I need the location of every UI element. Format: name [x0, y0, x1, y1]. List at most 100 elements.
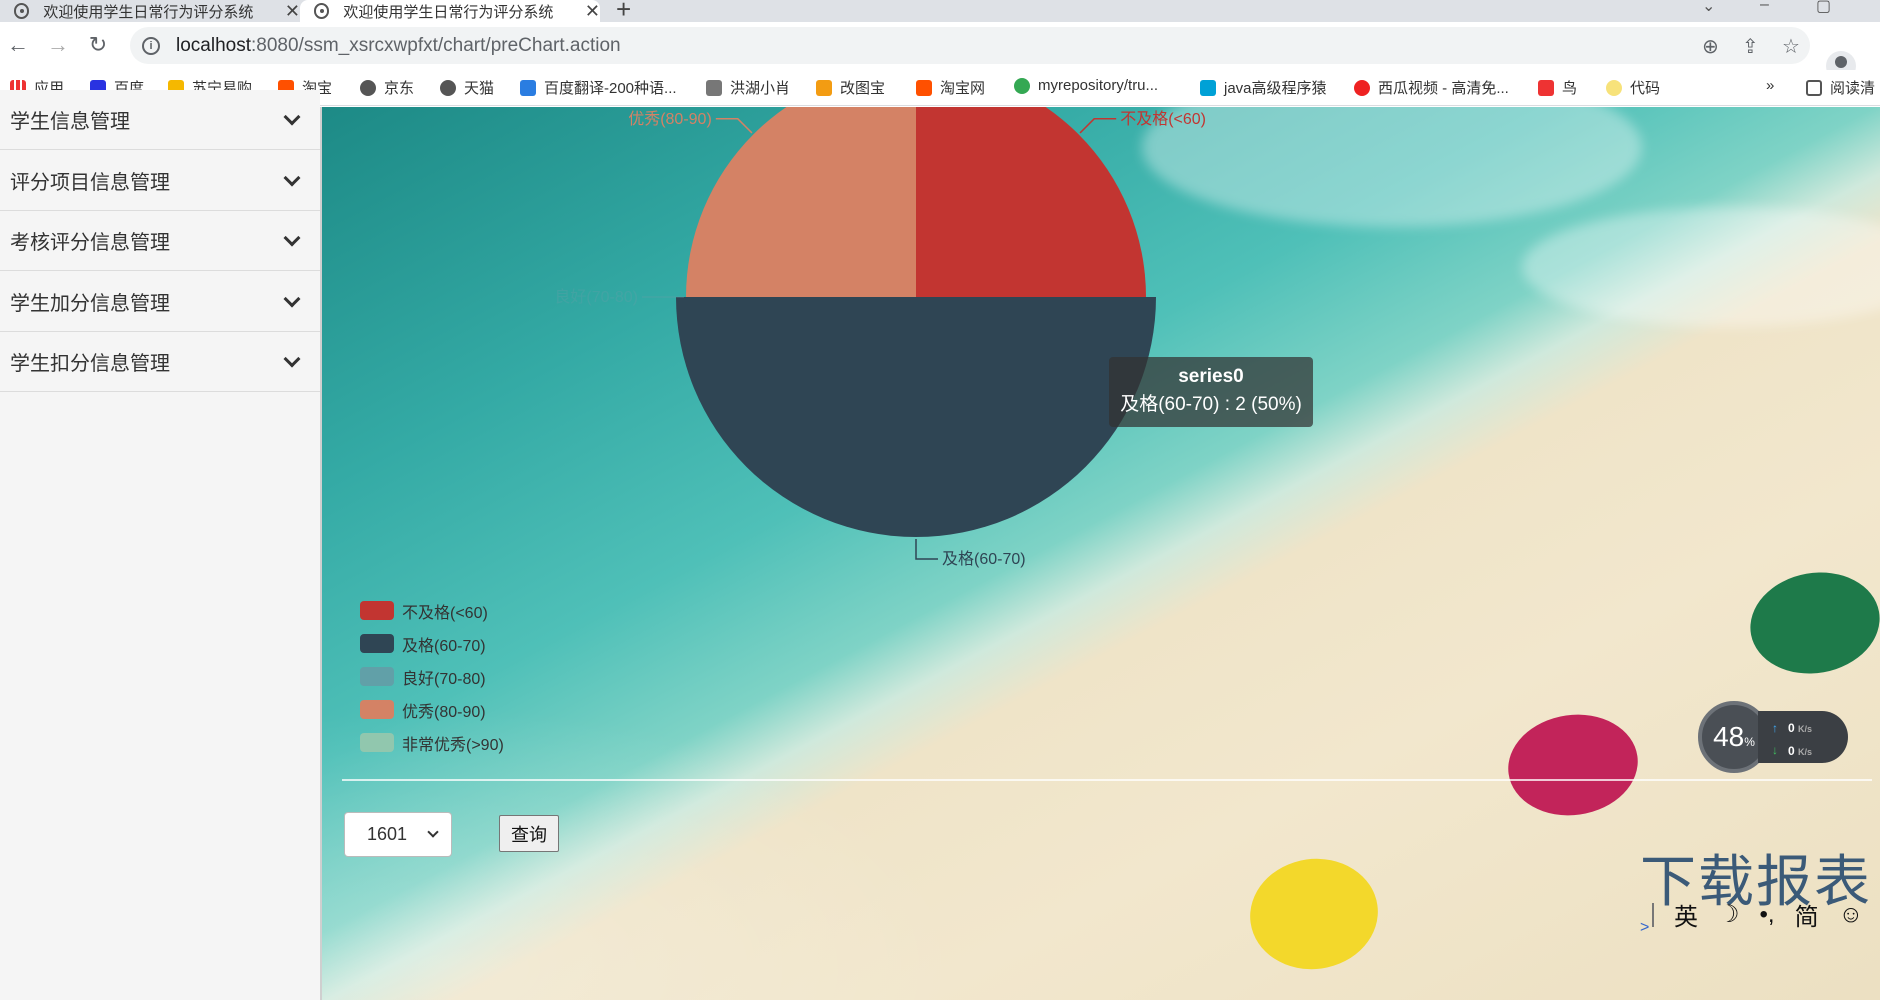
site-info-icon[interactable]: i — [142, 36, 160, 55]
bookmark-item[interactable]: 百度翻译-200种语... — [520, 77, 677, 98]
ime-mode[interactable]: 简 — [1795, 897, 1819, 932]
bookmark-item[interactable]: 淘宝网 — [916, 77, 985, 98]
minimize-icon[interactable]: – — [1760, 0, 1769, 14]
sidebar-item-label: 学生加分信息管理 — [10, 293, 170, 315]
bookmark-item[interactable]: myrepository/tru... — [1014, 77, 1158, 94]
browser-toolbar: ← → ↻ i localhost:8080/ssm_xsrcxwpfxt/ch… — [0, 22, 1880, 81]
divider — [342, 779, 1872, 781]
image-tool-icon — [816, 79, 832, 96]
bookmark-icon — [706, 79, 722, 96]
pie-slice[interactable] — [686, 107, 916, 297]
tab-strip: 欢迎使用学生日常行为评分系统 ✕ 欢迎使用学生日常行为评分系统 ✕ + ⌄ – … — [0, 0, 1880, 24]
ime-lang[interactable]: 英 — [1674, 897, 1698, 932]
sidebar-item-assessment[interactable]: 考核评分信息管理 — [0, 211, 320, 271]
slice-label: 良好(70-80) — [554, 288, 638, 306]
tab-search-icon[interactable]: ⌄ — [1702, 0, 1715, 16]
slice-label-line — [715, 118, 753, 134]
bookmark-item[interactable]: 西瓜视频 - 高清免... — [1354, 77, 1509, 98]
ime-separator — [1652, 902, 1654, 927]
browser-tab-active[interactable]: 欢迎使用学生日常行为评分系统 ✕ — [300, 0, 600, 22]
chart-panel: 不及格(<60) 及格(60-70) 良好(70-80) 优秀(80-90) seri… — [322, 107, 1880, 1000]
chart-legend: 不及格(<60) 及格(60-70) 良好(70-80) 优秀(80-90) 非… — [360, 594, 504, 759]
sidebar-item-scoring-items[interactable]: 评分项目信息管理 — [0, 151, 320, 211]
tab-title: 欢迎使用学生日常行为评分系统 — [343, 3, 554, 21]
punctuation-icon[interactable]: •, — [1760, 901, 1775, 929]
bookmark-item[interactable]: 京东 — [360, 77, 414, 98]
globe-icon — [14, 3, 30, 19]
bookmark-item[interactable]: 代码 — [1606, 77, 1660, 98]
query-button[interactable]: 查询 — [499, 815, 559, 852]
legend-item[interactable]: 不及格(<60) — [360, 594, 504, 627]
slice-label-line — [1079, 118, 1117, 134]
globe-icon — [314, 3, 330, 19]
sidebar-item-deduction[interactable]: 学生扣分信息管理 — [0, 332, 320, 392]
page: 学生信息管理 评分项目信息管理 考核评分信息管理 学生加分信息管理 学生扣分信息… — [0, 90, 1880, 1000]
legend-swatch — [360, 700, 394, 719]
chart-tooltip: series0 及格(60-70) : 2 (50%) — [1109, 357, 1313, 427]
sidebar-item-label: 评分项目信息管理 — [10, 172, 170, 194]
bird-icon — [1538, 79, 1554, 96]
upload-arrow-icon: ↑ — [1772, 721, 1778, 735]
zoom-icon[interactable]: ⊕ — [1702, 34, 1719, 59]
url-text[interactable]: localhost:8080/ssm_xsrcxwpfxt/chart/preC… — [176, 35, 621, 57]
sidebar-item-student-info[interactable]: 学生信息管理 — [0, 90, 320, 150]
chevron-down-icon — [283, 290, 301, 307]
sidebar-item-label: 考核评分信息管理 — [10, 232, 170, 254]
tooltip-text: 及格(60-70) : 2 (50%) — [1120, 394, 1302, 415]
address-bar[interactable]: i localhost:8080/ssm_xsrcxwpfxt/chart/pr… — [130, 27, 1810, 64]
globe-icon — [360, 79, 376, 96]
ime-expand-icon[interactable]: > — [1640, 919, 1649, 937]
bookmark-item[interactable]: 改图宝 — [816, 77, 885, 98]
legend-swatch — [360, 634, 394, 653]
legend-item[interactable]: 及格(60-70) — [360, 627, 504, 660]
legend-swatch — [360, 667, 394, 686]
reading-list[interactable]: 阅读清 — [1806, 77, 1875, 98]
sidebar-item-label: 学生信息管理 — [10, 111, 130, 133]
ime-toolbar[interactable]: 英 ☽ •, 简 ☺ — [1652, 897, 1863, 932]
legend-swatch — [360, 733, 394, 752]
download-arrow-icon: ↓ — [1772, 743, 1778, 757]
taobao-icon — [916, 79, 932, 96]
class-select[interactable]: 1601 — [344, 812, 452, 857]
bookmark-item[interactable]: 天猫 — [440, 77, 494, 98]
bookmarks-overflow-icon[interactable]: » — [1766, 77, 1774, 94]
legend-item[interactable]: 非常优秀(>90) — [360, 726, 504, 759]
slice-label-line — [915, 539, 938, 560]
code-icon — [1606, 79, 1622, 96]
emoji-icon[interactable]: ☺ — [1839, 901, 1864, 929]
back-icon[interactable]: ← — [4, 32, 32, 58]
bookmark-item[interactable]: 洪湖小肖 — [706, 77, 790, 98]
bilibili-icon — [1200, 79, 1216, 96]
share-icon[interactable]: ⇪ — [1742, 34, 1759, 59]
restore-icon[interactable]: ▢ — [1816, 0, 1831, 16]
network-speed-widget[interactable]: 48% ↑ 0 K/s ↓ 0 K/s — [1698, 701, 1848, 773]
slice-label: 不及格(<60) — [1120, 110, 1206, 128]
speed-rates: ↑ 0 K/s ↓ 0 K/s — [1758, 711, 1848, 763]
sidebar-item-bonus[interactable]: 学生加分信息管理 — [0, 272, 320, 332]
pie-slice[interactable] — [916, 107, 1146, 297]
close-icon[interactable]: ✕ — [585, 1, 600, 22]
sidebar: 学生信息管理 评分项目信息管理 考核评分信息管理 学生加分信息管理 学生扣分信息… — [0, 90, 322, 1000]
bookmark-item[interactable]: 鸟 — [1538, 77, 1577, 98]
bookmark-item[interactable]: java高级程序猿 — [1200, 77, 1327, 98]
slice-label: 及格(60-70) — [942, 550, 1026, 568]
translate-icon — [520, 79, 536, 96]
pie-slice[interactable] — [676, 297, 1156, 537]
reading-list-icon — [1806, 79, 1822, 96]
browser-tab[interactable]: 欢迎使用学生日常行为评分系统 ✕ — [0, 0, 300, 22]
chevron-down-icon — [283, 169, 301, 186]
bookmark-star-icon[interactable]: ☆ — [1782, 34, 1800, 59]
slice-label: 优秀(80-90) — [628, 110, 712, 128]
xigua-icon — [1354, 79, 1370, 96]
close-icon[interactable]: ✕ — [285, 1, 300, 22]
sidebar-item-label: 学生扣分信息管理 — [10, 353, 170, 375]
globe-icon — [440, 79, 456, 96]
forward-icon[interactable]: → — [44, 32, 72, 58]
tab-title: 欢迎使用学生日常行为评分系统 — [43, 3, 254, 21]
chevron-down-icon — [283, 108, 301, 125]
legend-item[interactable]: 优秀(80-90) — [360, 693, 504, 726]
legend-item[interactable]: 良好(70-80) — [360, 660, 504, 693]
chevron-down-icon — [283, 350, 301, 367]
moon-icon[interactable]: ☽ — [1718, 900, 1740, 929]
reload-icon[interactable]: ↻ — [84, 32, 112, 58]
